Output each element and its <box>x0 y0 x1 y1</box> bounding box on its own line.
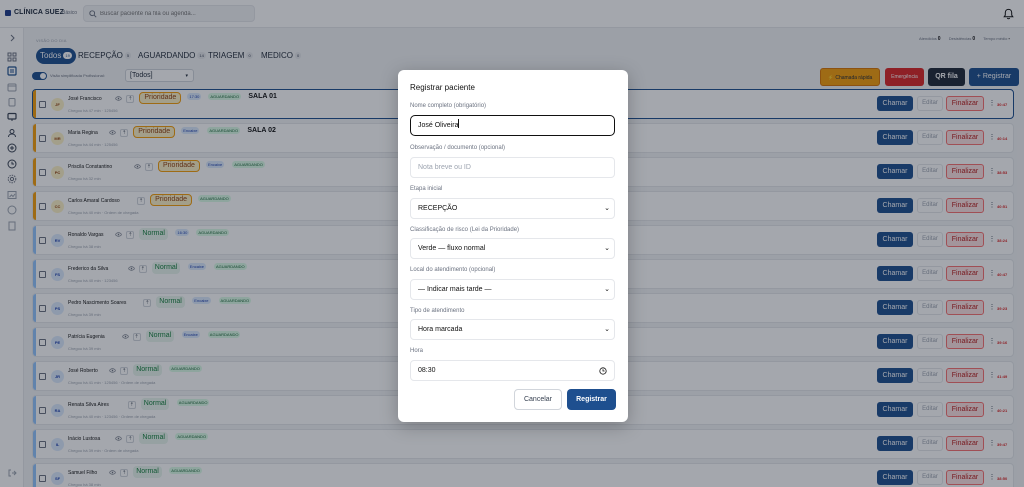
time-field[interactable]: 08:30 <box>410 360 615 381</box>
cancel-button[interactable]: Cancelar <box>514 389 562 410</box>
type-label: Tipo de atendimento <box>410 308 465 314</box>
stage-select[interactable]: RECEPÇÃO ⌄ <box>410 198 615 219</box>
dialog-title: Registrar paciente <box>410 83 475 92</box>
clock-icon <box>599 367 607 375</box>
name-field[interactable]: José Oliveira <box>410 115 615 136</box>
type-select[interactable]: Hora marcada ⌄ <box>410 319 615 340</box>
observation-field[interactable]: Nota breve ou ID <box>410 157 615 178</box>
location-select[interactable]: — Indicar mais tarde — ⌄ <box>410 279 615 300</box>
chevron-down-icon: ⌄ <box>604 286 610 293</box>
risk-select[interactable]: Verde — fluxo normal ⌄ <box>410 238 615 259</box>
chevron-down-icon: ⌄ <box>604 245 610 252</box>
observation-label: Observação / documento (opcional) <box>410 145 506 151</box>
name-label: Nome completo (obrigatório) <box>410 103 487 109</box>
submit-register-button[interactable]: Registrar <box>567 389 616 410</box>
risk-label: Classificação de risco (Lei da Prioridad… <box>410 227 520 233</box>
time-label: Hora <box>410 348 424 354</box>
chevron-down-icon: ⌄ <box>604 326 610 333</box>
chevron-down-icon: ⌄ <box>604 205 610 212</box>
location-label: Local do atendimento (opcional) <box>410 267 496 273</box>
register-patient-dialog: Registrar paciente Nome completo (obriga… <box>398 70 628 422</box>
stage-label: Etapa inicial <box>410 186 443 192</box>
